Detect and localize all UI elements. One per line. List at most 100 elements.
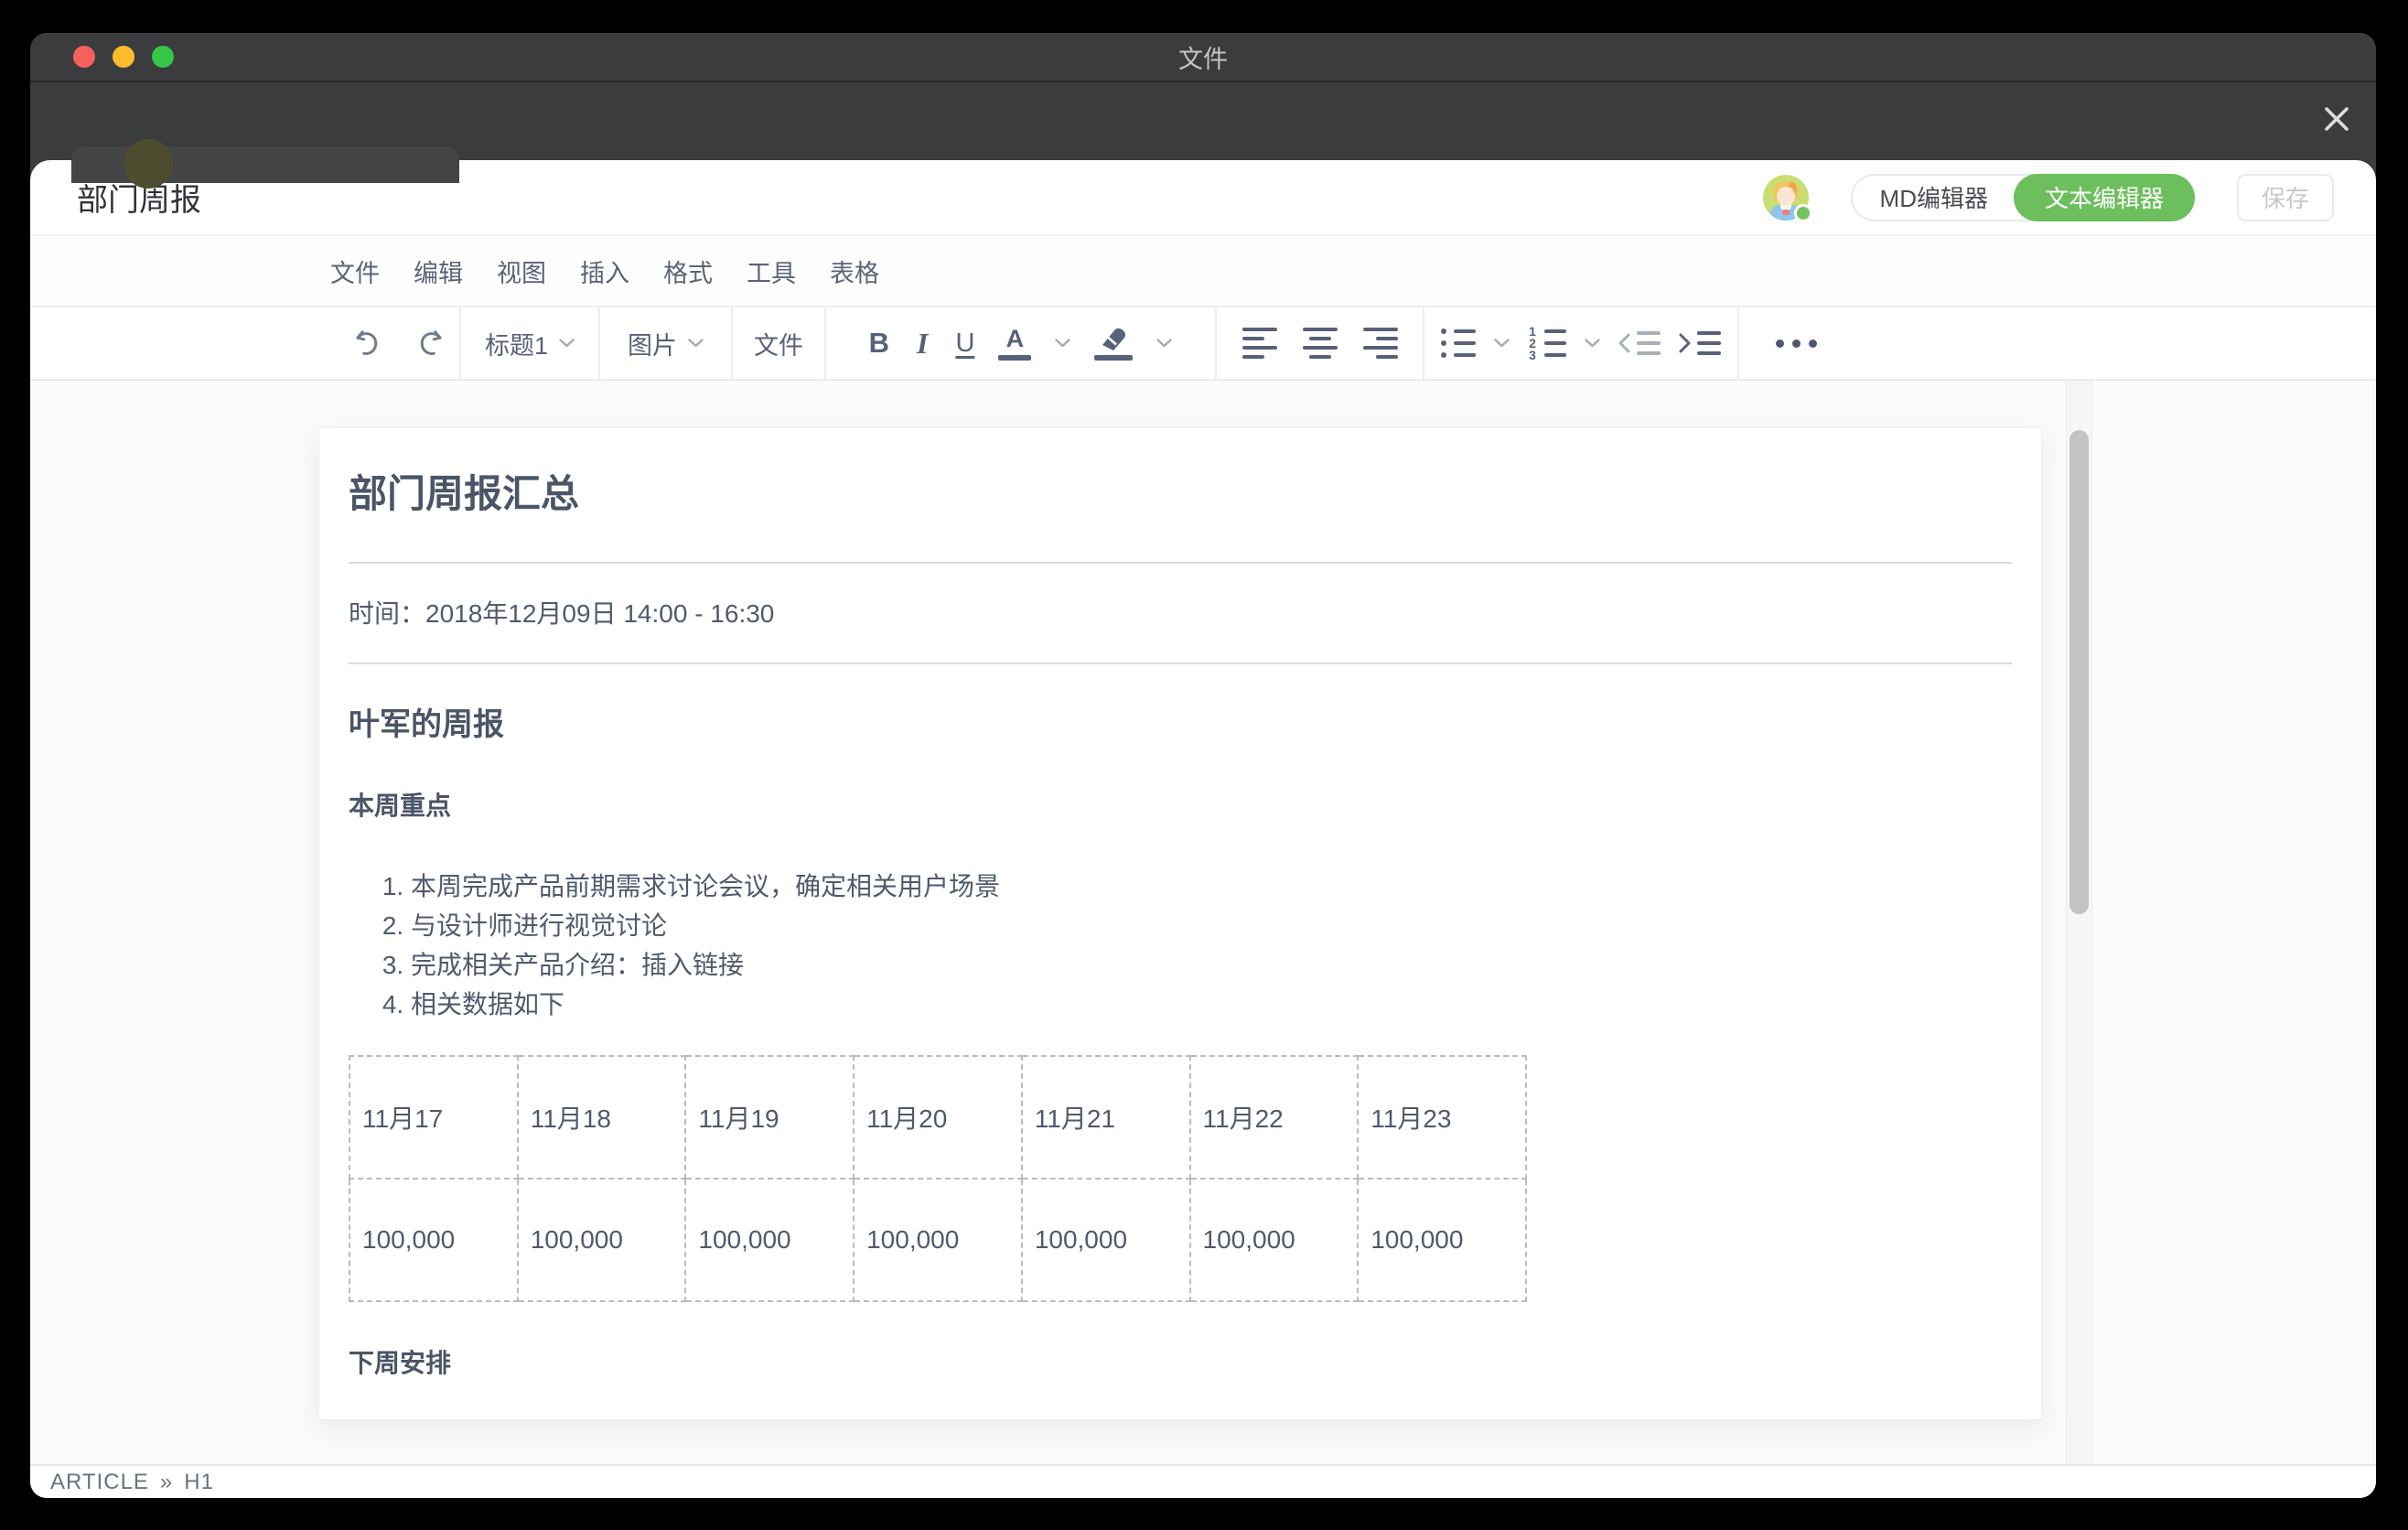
align-left-icon[interactable]	[1242, 328, 1277, 359]
breadcrumb-current[interactable]: H1	[184, 1470, 214, 1495]
table-row: 100,000 100,000 100,000 100,000 100,000 …	[349, 1179, 1526, 1301]
md-editor-tab[interactable]: MD编辑器	[1853, 176, 2016, 220]
close-icon	[2319, 102, 2354, 136]
list-item[interactable]: 本周完成产品前期需求讨论会议，确定相关用户场景	[411, 867, 2012, 906]
chevron-down-icon	[559, 339, 575, 348]
italic-button[interactable]: I	[913, 327, 931, 361]
text-editor-tab[interactable]: 文本编辑器	[2014, 174, 2195, 221]
editor-mode-toggle: MD编辑器 文本编辑器	[1851, 174, 2195, 221]
menu-view[interactable]: 视图	[497, 253, 546, 289]
dimmed-avatar	[124, 139, 173, 189]
avatar-face	[1777, 187, 1795, 206]
heading-dropdown[interactable]: 标题1	[485, 326, 575, 361]
history-group	[339, 307, 459, 379]
menu-insert[interactable]: 插入	[580, 253, 629, 289]
zoom-window-button[interactable]	[152, 46, 174, 68]
chevron-down-icon[interactable]	[1585, 339, 1600, 348]
redo-icon	[414, 327, 446, 360]
table-cell[interactable]: 100,000	[1358, 1179, 1526, 1301]
bold-button[interactable]: B	[869, 327, 889, 360]
file-attach-label: 文件	[754, 326, 803, 361]
indent-icon[interactable]	[1679, 331, 1721, 355]
table-cell[interactable]: 11月18	[518, 1056, 686, 1179]
window-title: 文件	[1178, 39, 1228, 75]
minimize-window-button[interactable]	[113, 46, 134, 68]
table-cell[interactable]: 11月22	[1190, 1056, 1359, 1179]
table-row: 11月17 11月18 11月19 11月20 11月21 11月22 11月2…	[349, 1056, 1526, 1179]
doc-heading-1[interactable]: 部门周报汇总	[349, 472, 2012, 516]
doc-section-title[interactable]: 本周重点	[349, 791, 2012, 821]
menu-bar: 文件 编辑 视图 插入 格式 工具 表格	[30, 236, 2376, 307]
highlight-button[interactable]	[1094, 326, 1133, 361]
more-options-icon[interactable]	[1776, 339, 1817, 348]
file-attach-button[interactable]: 文件	[754, 326, 803, 361]
data-table: 11月17 11月18 11月19 11月20 11月21 11月22 11月2…	[349, 1055, 1527, 1302]
image-group: 图片	[600, 307, 731, 379]
document-page[interactable]: 部门周报汇总 时间：2018年12月09日 14:00 - 16:30 叶军的周…	[318, 427, 2042, 1420]
text-style-group: B I U A	[826, 307, 1215, 379]
alignment-group	[1217, 307, 1423, 379]
table-cell[interactable]: 11月19	[685, 1056, 854, 1179]
table-cell[interactable]: 100,000	[1190, 1179, 1359, 1301]
chevron-down-icon[interactable]	[1494, 339, 1510, 348]
doc-ordered-list: 本周完成产品前期需求讨论会议，确定相关用户场景 与设计师进行视觉讨论 完成相关产…	[349, 867, 2012, 1024]
user-avatar[interactable]	[1763, 175, 1809, 221]
menu-table[interactable]: 表格	[830, 253, 879, 289]
heading-group: 标题1	[461, 307, 598, 379]
file-group: 文件	[733, 307, 824, 379]
dimmed-app-backdrop	[30, 82, 2376, 160]
chevron-down-icon[interactable]	[1156, 339, 1172, 348]
menu-tools[interactable]: 工具	[747, 253, 796, 289]
table-cell[interactable]: 100,000	[854, 1179, 1022, 1301]
highlighter-icon	[1094, 326, 1133, 361]
scrollbar-thumb[interactable]	[2069, 430, 2089, 914]
vertical-scrollbar[interactable]	[2066, 381, 2092, 1464]
close-modal-button[interactable]	[2317, 99, 2357, 139]
font-color-icon: A	[998, 327, 1031, 361]
table-cell[interactable]: 100,000	[685, 1179, 854, 1301]
redo-button[interactable]	[414, 327, 446, 360]
menu-edit[interactable]: 编辑	[414, 253, 463, 289]
table-cell[interactable]: 100,000	[1022, 1179, 1190, 1301]
font-color-button[interactable]: A	[998, 327, 1031, 361]
save-button[interactable]: 保存	[2237, 174, 2334, 221]
app-window: 文件 部门周报	[30, 33, 2376, 1498]
menu-file[interactable]: 文件	[330, 253, 380, 289]
table-cell[interactable]: 100,000	[349, 1179, 518, 1301]
doc-heading-2[interactable]: 叶军的周报	[349, 706, 2012, 743]
table-cell[interactable]: 11月20	[854, 1056, 1022, 1179]
close-window-button[interactable]	[73, 46, 95, 68]
chevron-down-icon[interactable]	[1055, 339, 1070, 348]
table-cell[interactable]: 11月17	[349, 1056, 518, 1179]
status-bar: ARTICLE » H1	[30, 1464, 2376, 1498]
table-cell[interactable]: 11月23	[1358, 1056, 1526, 1179]
heading-dropdown-label: 标题1	[485, 326, 548, 361]
doc-section-title[interactable]: 下周安排	[349, 1348, 2012, 1378]
editor-modal: 部门周报 MD编辑器 文本编辑器 保存	[30, 160, 2376, 1498]
underline-button[interactable]: U	[955, 329, 974, 359]
list-item[interactable]: 相关数据如下	[411, 985, 2012, 1024]
undo-icon	[351, 327, 384, 360]
list-item[interactable]: 完成相关产品介绍：插入链接	[411, 945, 2012, 985]
desktop-background: { "window": { "title": "文件" }, "modal": …	[0, 0, 2408, 1530]
image-dropdown-label: 图片	[628, 326, 677, 361]
more-group	[1739, 307, 1876, 379]
header-actions: MD编辑器 文本编辑器 保存	[1763, 174, 2334, 221]
format-toolbar: 标题1 图片 文件	[30, 307, 2376, 381]
image-dropdown[interactable]: 图片	[628, 326, 704, 361]
table-cell[interactable]: 11月21	[1022, 1056, 1190, 1179]
list-item[interactable]: 与设计师进行视觉讨论	[411, 906, 2012, 945]
bullet-list-icon[interactable]	[1441, 329, 1476, 358]
outdent-icon[interactable]	[1618, 331, 1661, 355]
align-center-icon[interactable]	[1303, 328, 1338, 359]
numbered-list-icon[interactable]: 1 2 3	[1528, 329, 1566, 358]
undo-button[interactable]	[351, 327, 384, 360]
titlebar: 文件	[30, 33, 2376, 82]
menu-format[interactable]: 格式	[663, 253, 713, 289]
table-cell[interactable]: 100,000	[518, 1179, 686, 1301]
doc-meta-line[interactable]: 时间：2018年12月09日 14:00 - 16:30	[349, 598, 2012, 630]
editor-canvas: 部门周报汇总 时间：2018年12月09日 14:00 - 16:30 叶军的周…	[30, 381, 2376, 1464]
chevron-down-icon	[688, 339, 704, 348]
breadcrumb-node[interactable]: ARTICLE	[50, 1470, 149, 1495]
align-right-icon[interactable]	[1363, 328, 1398, 359]
